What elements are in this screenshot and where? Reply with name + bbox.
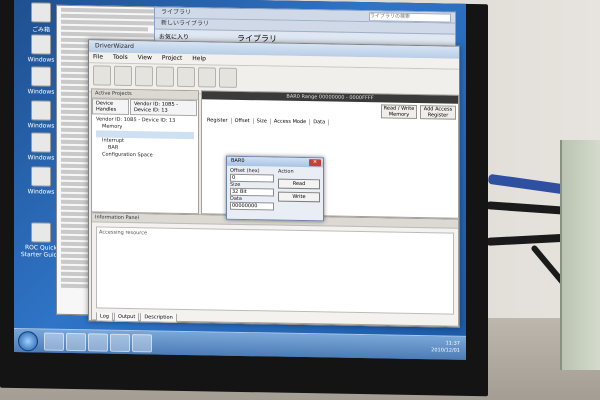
recycle-bin-icon bbox=[31, 2, 51, 23]
close-icon[interactable]: ✕ bbox=[309, 159, 321, 167]
folder-icon bbox=[31, 34, 51, 55]
resource-tree: Vendor ID: 10B5 - Device ID: 13 Memory I… bbox=[92, 114, 198, 162]
document-icon bbox=[31, 222, 51, 243]
tab-vendor[interactable]: Vendor ID: 10B5 - Device ID: 13 bbox=[129, 99, 197, 117]
explorer-search-input[interactable]: ライブラリの検索 bbox=[369, 12, 451, 23]
tree-item[interactable]: Configuration Space bbox=[96, 151, 194, 160]
save-icon[interactable] bbox=[135, 66, 153, 87]
device-icon[interactable] bbox=[156, 66, 174, 87]
dialog-title: BAR0 bbox=[231, 157, 245, 165]
taskbar-app-icon[interactable] bbox=[110, 333, 130, 353]
tab-device-handles[interactable]: Device Handles bbox=[92, 98, 129, 115]
monitor-screen: ごみ箱 Windows Windows Windows Windows Wind… bbox=[14, 0, 466, 360]
add-access-register-button[interactable]: Add Access Register bbox=[420, 105, 456, 120]
active-projects-panel: Active Projects Device Handles Vendor ID… bbox=[91, 88, 199, 215]
info-text-area[interactable]: Accessing resource bbox=[96, 226, 454, 315]
taskbar-media-icon[interactable] bbox=[66, 332, 86, 352]
bar0-dialog[interactable]: BAR0 ✕ Offset (hex) 0 Size 32 Bit Data 00… bbox=[226, 155, 324, 222]
start-button[interactable] bbox=[18, 331, 38, 352]
menu-project[interactable]: Project bbox=[162, 55, 183, 62]
new-library-button[interactable]: 新しいライブラリ bbox=[161, 20, 209, 28]
hardware-board bbox=[560, 140, 600, 370]
menu-view[interactable]: View bbox=[138, 54, 152, 61]
new-project-icon[interactable] bbox=[93, 65, 111, 86]
menu-file[interactable]: File bbox=[93, 53, 103, 60]
information-panel: Information Panel Accessing resource Log… bbox=[91, 212, 459, 327]
close-device-icon[interactable] bbox=[177, 66, 195, 88]
app-icon bbox=[31, 166, 51, 187]
taskbar-app-icon[interactable] bbox=[132, 334, 152, 353]
tab-log[interactable]: Log bbox=[96, 312, 113, 322]
data-input[interactable]: 00000000 bbox=[230, 201, 274, 211]
taskbar-app-icon[interactable] bbox=[88, 333, 108, 352]
tab-description[interactable]: Description bbox=[140, 313, 177, 323]
read-button[interactable]: Read bbox=[278, 178, 320, 190]
app-icon bbox=[31, 66, 51, 87]
monitor-bezel: ごみ箱 Windows Windows Windows Windows Wind… bbox=[0, 0, 488, 397]
menu-help[interactable]: Help bbox=[192, 55, 206, 62]
exit-icon[interactable] bbox=[219, 67, 237, 88]
open-icon[interactable] bbox=[114, 65, 132, 87]
system-clock[interactable]: 11:37 2010/12/01 bbox=[400, 340, 460, 355]
app-icon bbox=[31, 100, 51, 121]
taskbar-explorer-icon[interactable] bbox=[44, 332, 64, 351]
generate-code-icon[interactable] bbox=[198, 67, 216, 88]
write-button[interactable]: Write bbox=[278, 191, 320, 203]
menu-tools[interactable]: Tools bbox=[113, 54, 128, 61]
tab-output[interactable]: Output bbox=[113, 312, 140, 323]
read-write-memory-button[interactable]: Read / Write Memory bbox=[381, 104, 417, 120]
app-icon bbox=[31, 132, 51, 153]
